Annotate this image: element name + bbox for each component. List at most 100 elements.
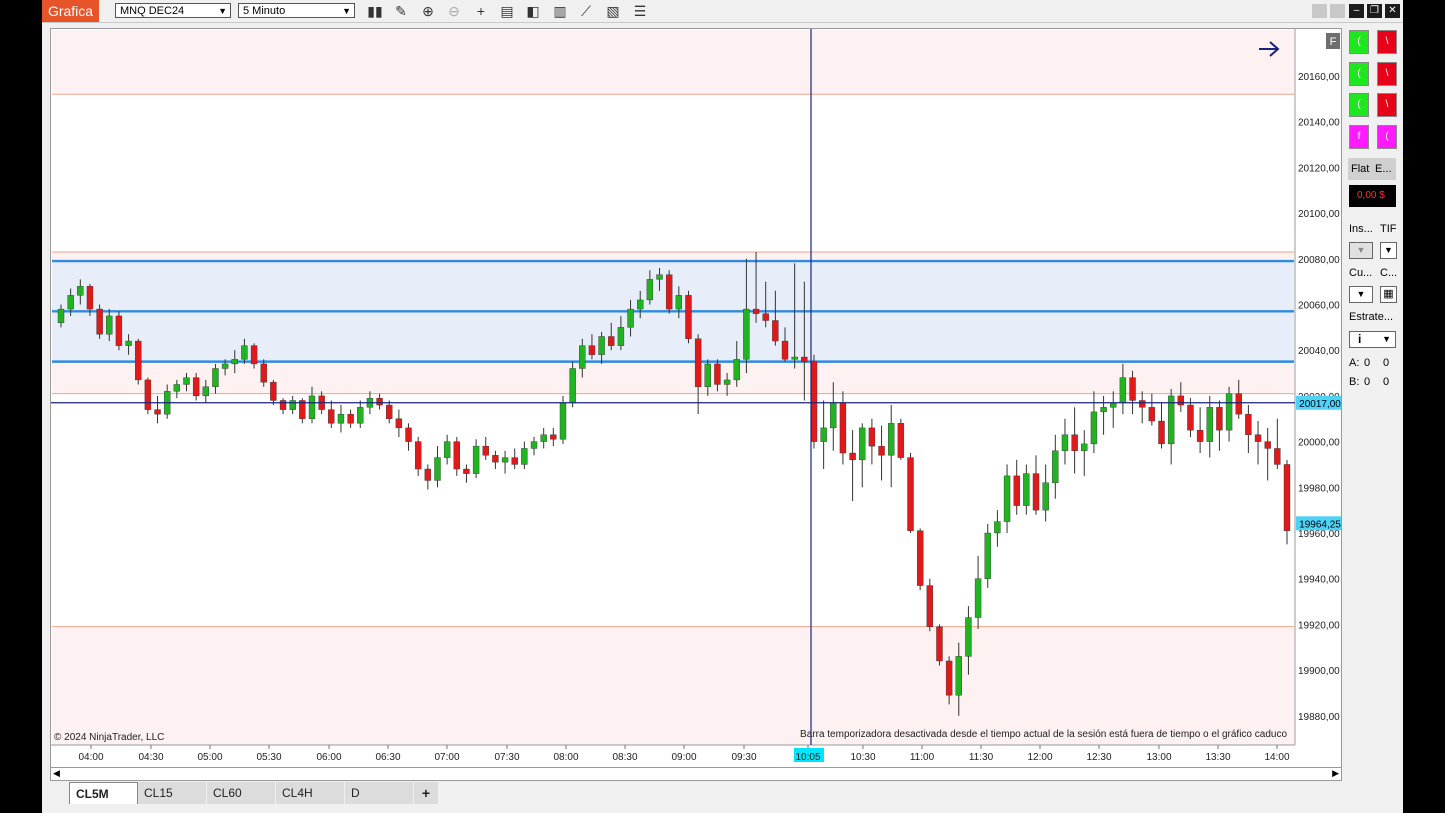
instrument-dropdown[interactable]: ▼ bbox=[1349, 242, 1373, 259]
candle-body bbox=[675, 295, 683, 310]
candle-body bbox=[1119, 377, 1127, 403]
time-tick-label: 11:00 bbox=[910, 752, 935, 763]
horizontal-scrollbar[interactable]: ◀ ▶ bbox=[50, 767, 1342, 781]
candle-body bbox=[1042, 482, 1049, 511]
time-tick-label: 04:30 bbox=[138, 752, 163, 763]
candle-body bbox=[878, 445, 885, 456]
crosshair-icon[interactable]: + bbox=[472, 2, 490, 20]
candle-body bbox=[328, 409, 335, 424]
candle-body bbox=[1052, 450, 1059, 483]
candle bbox=[424, 464, 432, 490]
scroll-right-icon[interactable]: ▶ bbox=[1332, 768, 1339, 779]
candle-body bbox=[559, 402, 567, 440]
candle bbox=[1138, 391, 1146, 424]
candle bbox=[1187, 398, 1194, 438]
candle-body bbox=[154, 409, 161, 415]
candle-body bbox=[569, 368, 576, 403]
restore-icon[interactable]: ❐ bbox=[1367, 4, 1382, 18]
price-tick-label: 20160,00 bbox=[1298, 72, 1340, 83]
price-tick-label: 19880,00 bbox=[1298, 712, 1340, 723]
candle bbox=[888, 405, 895, 488]
indicators-icon[interactable]: ▥ bbox=[551, 2, 569, 20]
chart-trader-icon[interactable]: ◧ bbox=[524, 2, 542, 20]
candle-body bbox=[1216, 407, 1223, 431]
candle-body bbox=[530, 441, 538, 449]
tab-cl4h[interactable]: CL4H bbox=[276, 782, 344, 804]
sell-button-1[interactable]: \ bbox=[1377, 30, 1397, 54]
templates-icon[interactable]: ▧ bbox=[604, 2, 622, 20]
candle-body bbox=[1032, 473, 1040, 511]
zoom-in-icon[interactable]: ⊕ bbox=[419, 2, 437, 20]
b-label: B: bbox=[1349, 376, 1360, 388]
sell-button-3[interactable]: \ bbox=[1377, 93, 1397, 117]
candle-body bbox=[1235, 393, 1242, 415]
bars-type-icon[interactable]: ▮▮ bbox=[366, 2, 384, 20]
sell-button-2[interactable]: \ bbox=[1377, 62, 1397, 86]
buy-market-button[interactable]: f bbox=[1349, 125, 1369, 149]
buy-button-2[interactable]: ( bbox=[1349, 62, 1369, 86]
candle-body bbox=[492, 455, 499, 463]
scroll-left-icon[interactable]: ◀ bbox=[53, 768, 60, 779]
candle bbox=[492, 450, 499, 470]
tab-d[interactable]: D bbox=[345, 782, 413, 804]
candle bbox=[96, 304, 103, 339]
buy-button-3[interactable]: ( bbox=[1349, 93, 1369, 117]
candle-body bbox=[347, 413, 354, 424]
sell-market-button[interactable]: ( bbox=[1377, 125, 1397, 149]
last-price-label: 19964,25 bbox=[1299, 519, 1341, 530]
drawing-tool-icon[interactable]: ✎ bbox=[392, 2, 410, 20]
strategies-icon[interactable]: ⟋ bbox=[577, 2, 595, 20]
window-option2-icon[interactable] bbox=[1330, 4, 1345, 18]
tab-cl5m[interactable]: CL5M bbox=[69, 782, 138, 804]
candle-body bbox=[337, 413, 345, 424]
buy-button-1[interactable]: ( bbox=[1349, 30, 1369, 54]
candle bbox=[472, 439, 480, 479]
properties-icon[interactable]: ☰ bbox=[631, 2, 649, 20]
candle-body bbox=[501, 457, 509, 463]
candle bbox=[1245, 405, 1252, 454]
candle-body bbox=[608, 336, 615, 346]
candle bbox=[279, 398, 287, 415]
tab-cl15[interactable]: CL15 bbox=[138, 782, 206, 804]
account-dropdown[interactable]: ▼ bbox=[1349, 286, 1373, 303]
calculator-icon[interactable]: ▦ bbox=[1380, 286, 1397, 303]
candle bbox=[859, 423, 866, 488]
candle bbox=[1283, 459, 1291, 545]
candle-body bbox=[192, 377, 200, 397]
candle-body bbox=[1225, 393, 1233, 431]
close-icon[interactable]: ✕ bbox=[1385, 4, 1400, 18]
price-chart[interactable]: 20160,00 20140,00 20120,00 20100,00 20080,00… bbox=[51, 29, 1341, 767]
candle-body bbox=[723, 379, 731, 385]
strategy-dropdown[interactable]: i ▼ bbox=[1349, 331, 1396, 348]
interval-selector[interactable]: 5 Minuto ▼ bbox=[238, 3, 355, 18]
tif-dropdown[interactable]: ▼ bbox=[1380, 242, 1397, 259]
zoom-out-icon[interactable]: ⊖ bbox=[445, 2, 463, 20]
candle-body bbox=[1013, 475, 1020, 506]
add-tab-button[interactable]: + bbox=[414, 782, 438, 804]
candle bbox=[299, 398, 306, 424]
time-tick-label: 07:00 bbox=[434, 752, 459, 763]
window-option-icon[interactable] bbox=[1312, 4, 1327, 18]
tab-cl60[interactable]: CL60 bbox=[207, 782, 275, 804]
candle-body bbox=[1148, 407, 1156, 422]
candle bbox=[994, 510, 1001, 547]
candle bbox=[974, 555, 982, 629]
data-box-icon[interactable]: ▤ bbox=[498, 2, 516, 20]
candle bbox=[414, 437, 422, 476]
candle-body bbox=[984, 532, 991, 579]
chevron-down-icon: ▼ bbox=[1382, 334, 1391, 344]
crosshair-price-label: 20017,00 bbox=[1299, 399, 1341, 410]
candle-body bbox=[1254, 434, 1262, 442]
candle bbox=[328, 400, 335, 428]
candle-body bbox=[907, 457, 914, 531]
f-badge-label: F bbox=[1330, 36, 1337, 48]
chart-area[interactable]: 20160,00 20140,00 20120,00 20100,00 20080,00… bbox=[50, 28, 1342, 768]
candle bbox=[1148, 393, 1156, 426]
minimize-icon[interactable]: – bbox=[1349, 4, 1364, 18]
candle-body bbox=[579, 345, 586, 369]
app-title[interactable]: Grafica bbox=[42, 0, 99, 22]
price-tick-label: 20040,00 bbox=[1298, 346, 1340, 357]
candle-body bbox=[521, 448, 528, 465]
time-tick-label: 11:30 bbox=[969, 752, 994, 763]
instrument-selector[interactable]: MNQ DEC24 ▼ bbox=[115, 3, 231, 18]
